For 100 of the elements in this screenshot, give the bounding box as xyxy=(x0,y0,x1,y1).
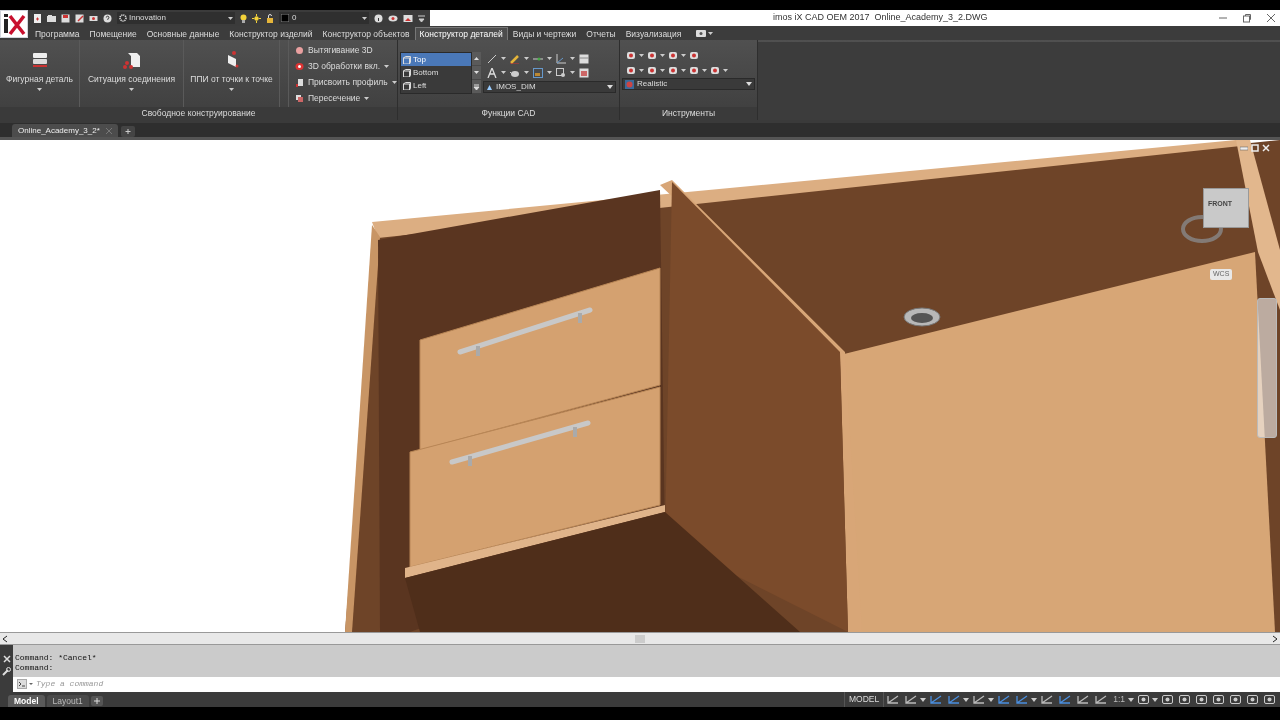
scroll-up-icon[interactable] xyxy=(472,52,481,65)
layout-icon[interactable] xyxy=(533,67,543,78)
view-item[interactable]: Top xyxy=(401,53,471,66)
caret-icon[interactable] xyxy=(1128,697,1135,702)
ribbon-tab[interactable]: Конструктор объектов xyxy=(317,27,415,40)
dimension-style-dropdown[interactable]: IMOS_DIM xyxy=(483,81,616,93)
folder-icon[interactable] xyxy=(47,13,56,23)
ribbon-tab[interactable]: Конструктор изделий xyxy=(224,27,318,40)
ribbon-button[interactable]: 3D обработки вкл. xyxy=(295,59,397,74)
save-icon[interactable] xyxy=(61,13,70,23)
document-title: Online_Academy_3_2.DWG xyxy=(874,11,988,25)
close-icon[interactable] xyxy=(1266,13,1276,23)
ribbon-tab[interactable]: Основные данные xyxy=(141,27,225,40)
window-title: imos iX CAD OEM 2017 xyxy=(773,11,870,25)
caret-icon xyxy=(524,71,529,74)
layer-dropdown[interactable]: 0 xyxy=(279,12,369,24)
new-file-icon[interactable] xyxy=(33,13,42,23)
print-icon[interactable] xyxy=(89,13,98,23)
zoom-window-icon[interactable] xyxy=(556,67,566,78)
ribbon-tab[interactable]: Визуализация xyxy=(620,27,687,40)
restore-icon[interactable] xyxy=(1251,144,1259,152)
caret-icon xyxy=(681,68,686,72)
caret-icon[interactable] xyxy=(1031,697,1039,702)
info-icon[interactable] xyxy=(374,13,383,23)
view-item[interactable]: Left xyxy=(401,79,471,92)
caret-icon xyxy=(570,71,575,74)
sheet-icon[interactable] xyxy=(579,67,589,78)
restore-icon[interactable] xyxy=(1242,13,1252,23)
image-icon[interactable] xyxy=(403,13,413,23)
ribbon-button[interactable]: Вытягивание 3D xyxy=(295,43,397,58)
ribbon-tab[interactable]: Программа xyxy=(30,27,85,40)
command-history-line: Command: xyxy=(15,663,55,673)
panel-icon xyxy=(696,30,707,37)
command-history-line: Command: *Cancel* xyxy=(15,653,98,663)
wrench-icon[interactable] xyxy=(2,667,11,676)
panel-title: Функции CAD xyxy=(398,107,619,120)
padlock-icon[interactable] xyxy=(266,13,274,23)
view-cube-icon xyxy=(403,68,411,77)
caret-icon xyxy=(570,57,575,60)
pencil-icon[interactable] xyxy=(510,53,520,64)
layout-tab[interactable]: Model xyxy=(8,695,45,707)
file-tab[interactable]: Online_Academy_3_2* xyxy=(12,124,118,137)
add-layout-icon[interactable] xyxy=(90,696,103,706)
caret-icon xyxy=(660,68,665,72)
caret-icon xyxy=(391,81,397,84)
add-tab-icon[interactable] xyxy=(120,126,135,137)
sphere-icon xyxy=(625,79,634,89)
ribbon-tab[interactable]: Конструктор деталей xyxy=(414,27,508,40)
caret-icon xyxy=(384,65,390,68)
ribbon-tab[interactable]: Помещение xyxy=(84,27,142,40)
table-icon[interactable] xyxy=(579,53,589,64)
line-icon[interactable] xyxy=(487,53,497,64)
caret-icon xyxy=(229,87,234,91)
visual-style-dropdown[interactable]: Realistic xyxy=(622,78,755,90)
save-as-icon[interactable] xyxy=(75,13,84,23)
view-cube-icon xyxy=(403,55,411,64)
caret-icon xyxy=(501,57,506,60)
annotation-scale-button[interactable]: 1:1 xyxy=(1110,693,1128,706)
customize-menu-icon[interactable] xyxy=(418,13,425,23)
caret-icon[interactable] xyxy=(920,697,928,702)
text-icon[interactable] xyxy=(487,67,497,78)
app-logo-icon[interactable] xyxy=(0,10,28,38)
caret-icon xyxy=(524,57,529,60)
caret-icon[interactable] xyxy=(963,697,971,702)
layout-tab[interactable]: Layout1 xyxy=(46,695,89,707)
ribbon-button[interactable]: Присвоить профиль xyxy=(295,75,397,90)
workspace-dropdown[interactable]: Innovation xyxy=(117,12,235,24)
view-cube-icon xyxy=(403,81,411,90)
intersect-icon xyxy=(295,94,304,103)
expand-icon[interactable] xyxy=(472,80,481,93)
axes-icon[interactable] xyxy=(556,53,566,64)
ribbon-tab[interactable]: Отчеты xyxy=(581,27,621,40)
caret-icon xyxy=(547,57,552,60)
caret-icon xyxy=(607,85,613,89)
scroll-down-icon[interactable] xyxy=(472,66,481,79)
color-swatch-icon xyxy=(281,14,289,22)
sun-icon[interactable] xyxy=(252,13,261,23)
caret-icon xyxy=(129,87,134,91)
caret-icon xyxy=(639,68,644,72)
panel-title: Инструменты xyxy=(620,107,757,120)
panel-title: Свободное конструирование xyxy=(0,107,397,120)
caret-icon[interactable] xyxy=(1152,697,1159,702)
ribbon-tab[interactable]: Виды и чертежи xyxy=(507,27,582,40)
help-icon[interactable] xyxy=(103,13,112,23)
scroll-left-icon[interactable] xyxy=(2,634,8,643)
caret-icon xyxy=(681,53,686,57)
dimension-icon xyxy=(486,83,493,91)
scroll-right-icon[interactable] xyxy=(1272,634,1278,643)
eye-icon[interactable] xyxy=(388,13,398,23)
scroll-thumb[interactable] xyxy=(635,634,645,643)
ribbon-button[interactable]: Пересечение xyxy=(295,91,397,106)
caret-icon xyxy=(501,71,506,74)
command-prompt-icon[interactable] xyxy=(17,679,33,689)
caret-icon[interactable] xyxy=(988,697,996,702)
view-item[interactable]: Bottom xyxy=(401,66,471,79)
lightbulb-icon[interactable] xyxy=(240,13,247,23)
machining-icon xyxy=(295,62,304,71)
caret-icon xyxy=(702,68,707,72)
caret-icon xyxy=(708,32,714,35)
caret-icon xyxy=(723,68,728,72)
